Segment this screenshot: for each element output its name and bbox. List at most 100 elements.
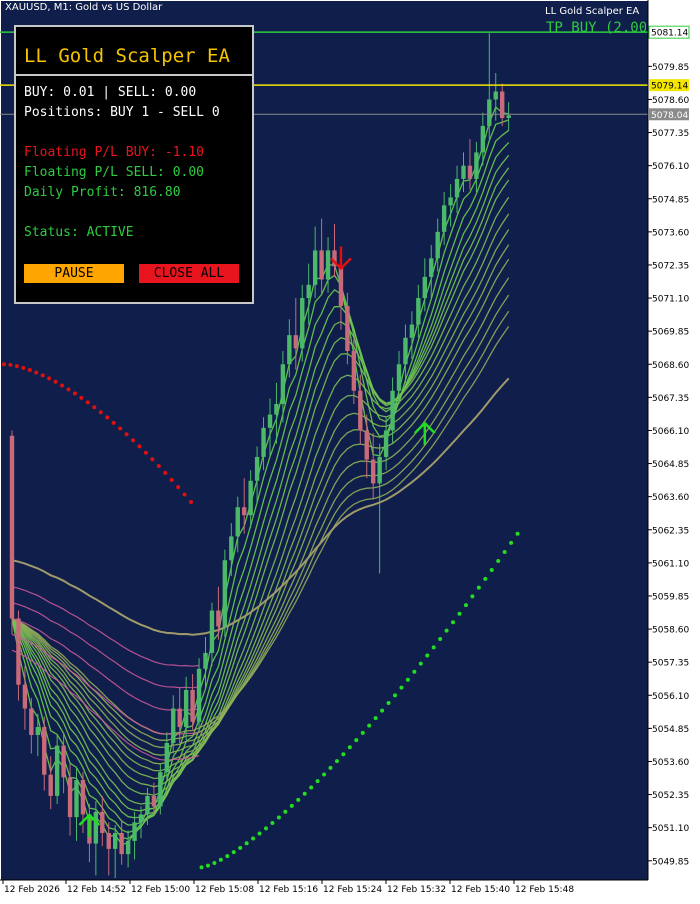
psar-dot-green: [315, 779, 320, 784]
candle-body: [158, 772, 163, 807]
y-tick-label: 5057.35: [652, 659, 689, 669]
candle-body: [138, 814, 144, 823]
candle-body: [371, 459, 376, 484]
psar-dot-red: [47, 376, 52, 381]
y-tick-label: 5069.85: [652, 328, 689, 338]
psar-dot-red: [40, 373, 45, 378]
psar-dot-green: [341, 752, 346, 757]
psar-dot-red: [66, 387, 71, 392]
psar-dot-green: [476, 585, 481, 590]
candle-body: [248, 480, 253, 516]
psar-dot-red: [124, 432, 129, 437]
y-tick-label: 5056.10: [652, 692, 689, 702]
chart-title: XAUUSD, M1: Gold vs US Dollar: [5, 2, 163, 13]
psar-dot-green: [354, 738, 359, 743]
candle-body: [467, 165, 473, 179]
psar-dot-red: [92, 405, 97, 410]
y-tick-label: 5054.85: [652, 725, 689, 735]
psar-dot-red: [2, 362, 6, 367]
psar-dot-red: [176, 485, 181, 490]
candle-body: [171, 708, 176, 743]
x-tick-label: 12 Feb 15:48: [515, 885, 574, 895]
psar-dot-green: [386, 701, 391, 706]
psar-dot-green: [380, 708, 385, 713]
x-tick-label: 12 Feb 2026: [4, 885, 60, 895]
y-tick-label: 5072.35: [652, 261, 689, 271]
candle-body: [480, 125, 486, 153]
y-tick-label: 5071.10: [652, 295, 689, 305]
candle-body: [416, 298, 421, 325]
y-tick-label: 5053.60: [652, 758, 689, 768]
y-tick-label: 5079.85: [652, 63, 689, 73]
candle-body: [80, 780, 86, 815]
psar-dot-green: [334, 759, 339, 764]
psar-dot-green: [431, 645, 436, 650]
candle-body: [145, 795, 150, 815]
close-all-button[interactable]: CLOSE ALL: [139, 264, 239, 283]
psar-dot-green: [289, 803, 294, 808]
x-tick-label: 12 Feb 15:24: [323, 885, 382, 895]
psar-dot-green: [205, 863, 210, 868]
candle-body: [338, 266, 344, 306]
candle-body: [403, 337, 408, 365]
floating-sell-text: Floating P/L SELL: 0.00: [24, 165, 205, 180]
psar-dot-green: [218, 857, 223, 862]
candle-body: [54, 745, 60, 796]
psar-dot-red: [34, 370, 39, 375]
candle-body: [280, 364, 286, 404]
status-text: Status: ACTIVE: [24, 225, 134, 240]
floating-buy-text: Floating P/L BUY: -1.10: [24, 145, 205, 160]
candle-body: [106, 832, 111, 849]
candle-body: [22, 684, 28, 709]
psar-dot-green: [425, 653, 430, 658]
psar-dot-red: [111, 420, 116, 425]
candle-body: [35, 727, 40, 735]
candle-body: [61, 745, 66, 778]
candle-body: [100, 811, 105, 833]
candle-body: [454, 178, 460, 198]
candle-body: [429, 258, 434, 277]
candle-body: [474, 152, 479, 179]
psar-dot-red: [156, 463, 161, 468]
pause-button[interactable]: PAUSE: [24, 264, 124, 283]
psar-dot-red: [143, 450, 148, 455]
candle-body: [177, 708, 182, 728]
x-tick-label: 12 Feb 14:52: [67, 885, 126, 895]
candle-body: [396, 364, 402, 391]
psar-dot-green: [199, 865, 204, 870]
candle-body: [119, 832, 124, 855]
x-tick-label: 12 Feb 15:08: [195, 885, 254, 895]
candle-body: [125, 840, 131, 855]
candle-body: [493, 91, 498, 100]
candle-body: [293, 335, 298, 349]
y-tick-label: 5074.85: [652, 195, 689, 205]
candle-body: [267, 414, 273, 428]
candle-body: [9, 435, 15, 619]
psar-dot-green: [367, 723, 372, 728]
psar-dot-green: [302, 791, 307, 796]
psar-dot-red: [8, 362, 13, 367]
psar-dot-green: [451, 620, 456, 625]
candle-body: [319, 250, 324, 280]
candle-body: [235, 507, 240, 537]
psar-dot-green: [251, 836, 256, 841]
candle-body: [48, 774, 53, 796]
psar-dot-green: [405, 677, 410, 682]
psar-dot-green: [463, 603, 468, 608]
psar-dot-red: [60, 383, 65, 388]
psar-dot-green: [418, 661, 423, 666]
candle-body: [435, 231, 440, 259]
psar-dot-green: [360, 730, 365, 735]
y-tick-label: 5068.60: [652, 361, 689, 371]
candle-body: [242, 507, 247, 516]
lots-text: BUY: 0.01 | SELL: 0.00: [24, 85, 197, 100]
psar-dot-green: [444, 628, 449, 633]
candle-body: [274, 403, 279, 415]
psar-dot-red: [98, 410, 103, 415]
y-tick-label: 5077.35: [652, 129, 689, 139]
tp-buy-label: TP BUY (2.00: [546, 20, 646, 36]
y-tick-label: 5066.10: [652, 427, 689, 437]
candle-body: [306, 284, 311, 299]
candle-body: [287, 335, 292, 365]
psar-dot-green: [483, 576, 488, 581]
